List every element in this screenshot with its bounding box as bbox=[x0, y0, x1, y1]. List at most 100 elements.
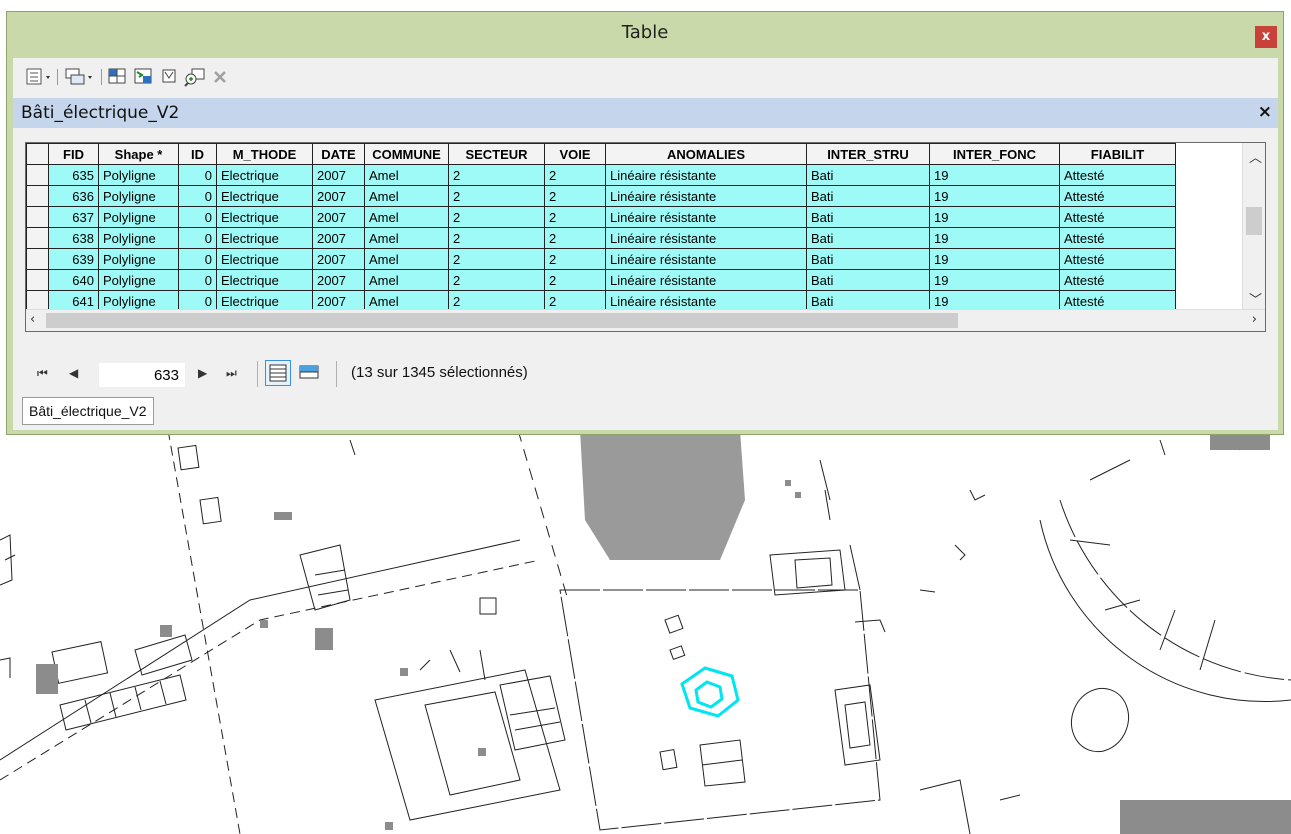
table-cell[interactable]: 2 bbox=[544, 227, 606, 249]
column-header-inter-fonc[interactable]: INTER_FONC bbox=[929, 143, 1060, 165]
table-cell[interactable]: Linéaire résistante bbox=[605, 164, 807, 186]
row-selector[interactable] bbox=[26, 227, 49, 249]
close-window-button[interactable]: x bbox=[1255, 26, 1277, 48]
table-cell[interactable]: 2 bbox=[544, 248, 606, 270]
current-record-input[interactable] bbox=[99, 363, 185, 387]
table-cell[interactable]: 2007 bbox=[312, 206, 365, 228]
table-cell[interactable]: Electrique bbox=[216, 227, 313, 249]
table-cell[interactable]: Polyligne bbox=[98, 164, 179, 186]
table-cell[interactable]: Bati bbox=[806, 227, 930, 249]
table-cell[interactable]: Bati bbox=[806, 164, 930, 186]
table-cell[interactable]: Polyligne bbox=[98, 227, 179, 249]
scroll-right-icon[interactable]: › bbox=[1252, 312, 1257, 327]
table-cell[interactable]: 635 bbox=[48, 164, 99, 186]
table-cell[interactable]: 638 bbox=[48, 227, 99, 249]
table-cell[interactable]: Electrique bbox=[216, 269, 313, 291]
table-cell[interactable]: 2 bbox=[544, 269, 606, 291]
table-row[interactable]: 638 Polyligne 0 Electrique 2007 Amel 2 2 Linéair… bbox=[26, 227, 1176, 249]
table-row[interactable]: 635 Polyligne 0 Electrique 2007 Amel 2 2 Linéair… bbox=[26, 164, 1176, 186]
table-cell[interactable]: Amel bbox=[364, 185, 449, 207]
table-cell[interactable]: Amel bbox=[364, 269, 449, 291]
table-cell[interactable]: 0 bbox=[178, 248, 217, 270]
table-cell[interactable]: Linéaire résistante bbox=[605, 248, 807, 270]
close-layer-table-button[interactable]: × bbox=[1258, 102, 1272, 122]
column-header-fid[interactable]: FID bbox=[48, 143, 99, 165]
table-cell[interactable]: 636 bbox=[48, 185, 99, 207]
table-cell[interactable]: Polyligne bbox=[98, 248, 179, 270]
select-by-attributes-button[interactable] bbox=[107, 66, 129, 88]
vertical-scrollbar[interactable]: ︿ ﹀ bbox=[1242, 143, 1265, 312]
table-cell[interactable]: Bati bbox=[806, 269, 930, 291]
table-cell[interactable]: 19 bbox=[929, 269, 1060, 291]
table-cell[interactable]: 0 bbox=[178, 206, 217, 228]
horizontal-scrollbar[interactable]: ‹ › bbox=[26, 309, 1265, 331]
table-cell[interactable]: 19 bbox=[929, 227, 1060, 249]
table-row[interactable]: 639 Polyligne 0 Electrique 2007 Amel 2 2 Linéair… bbox=[26, 248, 1176, 270]
column-header-date[interactable]: DATE bbox=[312, 143, 365, 165]
table-cell[interactable]: Electrique bbox=[216, 206, 313, 228]
table-cell[interactable]: Electrique bbox=[216, 248, 313, 270]
table-cell[interactable]: Attesté bbox=[1059, 227, 1176, 249]
table-cell[interactable]: 0 bbox=[178, 227, 217, 249]
table-cell[interactable]: 2 bbox=[544, 164, 606, 186]
table-cell[interactable]: 640 bbox=[48, 269, 99, 291]
table-cell[interactable]: 2 bbox=[544, 206, 606, 228]
table-cell[interactable]: 2007 bbox=[312, 248, 365, 270]
table-cell[interactable]: Linéaire résistante bbox=[605, 206, 807, 228]
table-cell[interactable]: 19 bbox=[929, 206, 1060, 228]
table-cell[interactable]: Polyligne bbox=[98, 206, 179, 228]
column-header-methode[interactable]: M_THODE bbox=[216, 143, 313, 165]
table-cell[interactable]: 19 bbox=[929, 164, 1060, 186]
table-cell[interactable]: Bati bbox=[806, 248, 930, 270]
last-record-icon[interactable]: ⏭ bbox=[226, 366, 237, 381]
table-cell[interactable]: Amel bbox=[364, 164, 449, 186]
table-cell[interactable]: Amel bbox=[364, 206, 449, 228]
table-cell[interactable]: Polyligne bbox=[98, 269, 179, 291]
table-row[interactable]: 637 Polyligne 0 Electrique 2007 Amel 2 2 Linéair… bbox=[26, 206, 1176, 228]
title-bar[interactable]: Table x bbox=[7, 12, 1283, 56]
table-cell[interactable]: Attesté bbox=[1059, 206, 1176, 228]
show-all-records-button[interactable] bbox=[265, 360, 291, 386]
column-header-inter-stru[interactable]: INTER_STRU bbox=[806, 143, 930, 165]
delete-selected-button[interactable] bbox=[211, 66, 231, 88]
table-cell[interactable]: 639 bbox=[48, 248, 99, 270]
table-cell[interactable]: Polyligne bbox=[98, 185, 179, 207]
table-cell[interactable]: 2 bbox=[448, 206, 545, 228]
row-selector[interactable] bbox=[26, 185, 49, 207]
table-cell[interactable]: Linéaire résistante bbox=[605, 185, 807, 207]
table-cell[interactable]: 2 bbox=[448, 269, 545, 291]
table-cell[interactable]: 0 bbox=[178, 269, 217, 291]
table-cell[interactable]: 19 bbox=[929, 248, 1060, 270]
table-cell[interactable]: 2 bbox=[448, 185, 545, 207]
previous-record-icon[interactable]: ◀ bbox=[69, 366, 78, 380]
table-options-button[interactable] bbox=[25, 66, 55, 88]
switch-selection-button[interactable] bbox=[133, 66, 155, 88]
attribute-grid[interactable]: FID Shape * ID M_THODE DATE COMMUNE SECT… bbox=[25, 142, 1266, 332]
show-selected-records-button[interactable] bbox=[297, 360, 321, 384]
column-header-secteur[interactable]: SECTEUR bbox=[448, 143, 545, 165]
table-cell[interactable]: Amel bbox=[364, 248, 449, 270]
first-record-icon[interactable]: ⏮ bbox=[37, 366, 48, 381]
column-header-shape[interactable]: Shape * bbox=[98, 143, 179, 165]
table-cell[interactable]: 637 bbox=[48, 206, 99, 228]
scroll-up-icon[interactable]: ︿ bbox=[1249, 147, 1262, 166]
related-tables-button[interactable] bbox=[63, 66, 97, 88]
table-cell[interactable]: 2007 bbox=[312, 164, 365, 186]
table-cell[interactable]: Bati bbox=[806, 206, 930, 228]
table-row[interactable]: 636 Polyligne 0 Electrique 2007 Amel 2 2 Linéair… bbox=[26, 185, 1176, 207]
column-header-selector[interactable] bbox=[26, 143, 49, 165]
table-cell[interactable]: 2 bbox=[448, 227, 545, 249]
table-cell[interactable]: 2 bbox=[544, 185, 606, 207]
column-header-voie[interactable]: VOIE bbox=[544, 143, 606, 165]
table-cell[interactable]: Attesté bbox=[1059, 248, 1176, 270]
row-selector[interactable] bbox=[26, 206, 49, 228]
table-cell[interactable]: 2007 bbox=[312, 185, 365, 207]
clear-selection-button[interactable] bbox=[159, 66, 181, 88]
table-cell[interactable]: Attesté bbox=[1059, 185, 1176, 207]
table-cell[interactable]: Electrique bbox=[216, 164, 313, 186]
table-cell[interactable]: 19 bbox=[929, 185, 1060, 207]
table-cell[interactable]: Attesté bbox=[1059, 164, 1176, 186]
column-header-commune[interactable]: COMMUNE bbox=[364, 143, 449, 165]
table-cell[interactable]: 2 bbox=[448, 164, 545, 186]
scroll-down-icon[interactable]: ﹀ bbox=[1249, 289, 1262, 308]
